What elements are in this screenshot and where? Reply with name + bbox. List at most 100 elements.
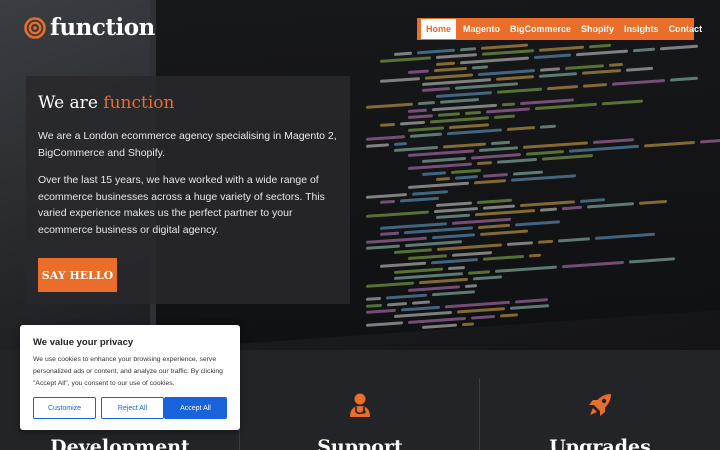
reject-all-button[interactable]: Reject All — [101, 397, 164, 419]
code-line — [471, 152, 521, 160]
code-line — [434, 67, 467, 73]
code-line — [511, 174, 576, 183]
nav-home[interactable]: Home — [421, 19, 457, 39]
code-line — [394, 145, 438, 152]
logo-text: function — [50, 14, 155, 41]
hero-heading: We are function — [38, 93, 174, 113]
code-line — [400, 121, 425, 126]
code-line — [520, 200, 575, 208]
code-line — [451, 168, 481, 174]
code-line — [468, 270, 490, 275]
code-line — [366, 244, 400, 250]
code-line — [477, 198, 512, 204]
code-line — [481, 43, 528, 50]
code-line — [366, 281, 414, 289]
site-logo[interactable]: function — [24, 14, 155, 41]
code-line — [366, 308, 396, 314]
code-line — [436, 177, 450, 182]
code-line — [477, 161, 492, 166]
code-line — [515, 220, 560, 227]
code-line — [387, 301, 407, 307]
code-line — [436, 61, 455, 66]
code-line — [449, 123, 489, 129]
code-line — [452, 250, 492, 257]
code-line — [436, 201, 472, 207]
code-line — [629, 257, 675, 264]
code-line — [380, 200, 395, 205]
cookie-consent-banner: We value your privacy We use cookies to … — [20, 325, 240, 430]
code-line — [462, 322, 474, 327]
code-line — [430, 116, 489, 124]
nav-bigcommerce[interactable]: BigCommerce — [505, 18, 576, 40]
code-line — [447, 128, 502, 136]
code-line — [366, 192, 407, 199]
code-line — [583, 82, 607, 88]
code-line — [386, 293, 427, 300]
code-line — [394, 51, 412, 56]
support-doctor-icon — [347, 392, 373, 418]
code-line — [432, 232, 475, 239]
code-line — [436, 53, 477, 60]
main-nav: Home Magento BigCommerce Shopify Insight… — [417, 18, 702, 40]
nav-insights[interactable]: Insights — [619, 18, 664, 40]
service-title-development[interactable]: Development — [0, 436, 240, 450]
code-line — [366, 297, 381, 302]
code-line — [502, 102, 515, 106]
rocket-icon — [587, 392, 613, 418]
code-line — [595, 233, 655, 241]
accept-all-button[interactable]: Accept All — [164, 397, 227, 419]
code-line — [479, 146, 518, 153]
code-line — [436, 90, 492, 98]
service-title-upgrades[interactable]: Upgrades — [480, 436, 720, 450]
code-line — [408, 108, 427, 113]
code-line — [412, 189, 448, 196]
heading-prefix: We are — [38, 93, 98, 113]
code-line — [438, 112, 460, 117]
code-line — [366, 321, 403, 327]
code-line — [380, 231, 399, 237]
code-line — [486, 107, 530, 114]
code-line — [440, 98, 479, 104]
code-line — [626, 66, 653, 72]
code-line — [475, 209, 535, 217]
code-line — [408, 254, 447, 260]
code-line — [380, 261, 426, 269]
customize-button[interactable]: Customize — [33, 397, 96, 419]
code-line — [569, 144, 639, 153]
code-line — [587, 202, 634, 209]
cookie-title: We value your privacy — [33, 337, 134, 348]
intro-paragraph-1: We are a London ecommerce agency special… — [38, 130, 337, 159]
code-line — [380, 56, 431, 64]
code-line — [457, 307, 505, 314]
code-line — [483, 172, 508, 178]
code-line — [558, 237, 590, 243]
code-line — [547, 84, 578, 91]
code-line — [418, 101, 435, 106]
code-line — [465, 283, 477, 288]
code-line — [408, 162, 472, 171]
code-line — [394, 141, 407, 146]
code-line — [412, 300, 430, 305]
code-line — [494, 114, 515, 120]
code-line — [455, 175, 478, 180]
code-line — [639, 200, 667, 206]
code-line — [540, 66, 560, 72]
code-line — [529, 253, 541, 258]
code-line — [515, 298, 548, 304]
code-line — [478, 224, 510, 230]
service-title-support[interactable]: Support — [240, 436, 480, 450]
code-line — [437, 243, 502, 252]
code-line — [562, 206, 582, 211]
say-hello-button[interactable]: SAY HELLO — [38, 258, 117, 292]
code-line — [534, 53, 571, 59]
code-line — [609, 62, 623, 67]
nav-shopify[interactable]: Shopify — [576, 18, 619, 40]
code-line — [500, 313, 518, 318]
code-line — [633, 47, 655, 53]
code-line — [580, 198, 605, 203]
code-line — [497, 87, 542, 94]
nav-magento[interactable]: Magento — [458, 18, 505, 40]
nav-contact[interactable]: Contact — [664, 18, 708, 40]
code-line — [539, 46, 584, 53]
code-line — [538, 240, 553, 245]
